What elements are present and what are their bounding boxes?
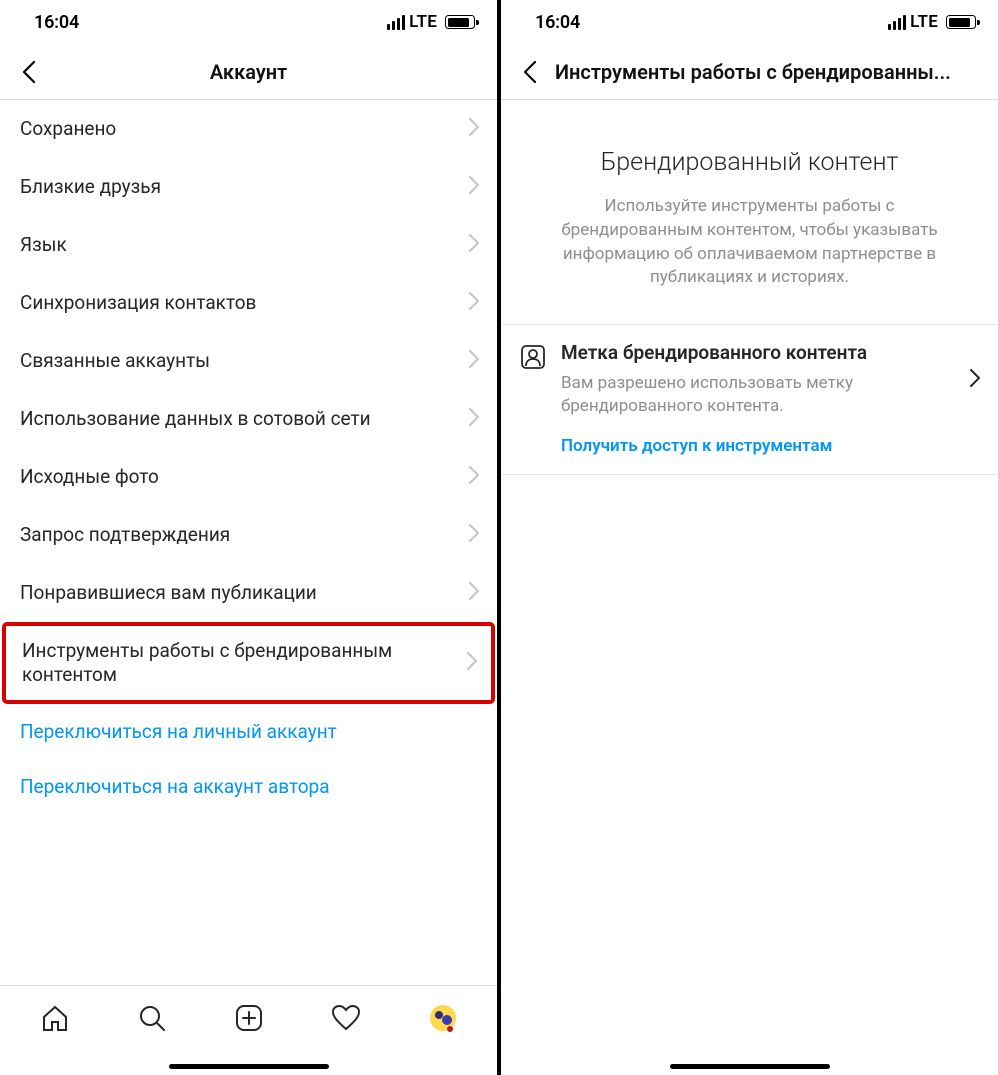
settings-row-label: Язык — [20, 233, 79, 257]
network-label: LTE — [910, 12, 938, 32]
chevron-right-icon — [469, 118, 479, 140]
settings-row-label: Запрос подтверждения — [20, 523, 242, 547]
battery-icon — [445, 15, 475, 29]
settings-row-label: Сохранено — [20, 117, 128, 141]
settings-row[interactable]: Запрос подтверждения — [0, 506, 497, 564]
branded-content-section: Метка брендированного контента Вам разре… — [501, 324, 998, 475]
page-title: Аккаунт — [14, 60, 483, 84]
back-button[interactable] — [515, 57, 545, 87]
settings-row-label: Синхронизация контактов — [20, 291, 268, 315]
settings-row-label: Близкие друзья — [20, 175, 173, 199]
activity-tab[interactable] — [323, 995, 369, 1041]
phone-branded-content-tools: 16:04 LTE Инструменты работы с брендиров… — [501, 0, 998, 1075]
home-indicator — [670, 1064, 830, 1069]
page-title: Инструменты работы с брендированны... — [515, 60, 984, 84]
status-time: 16:04 — [535, 12, 580, 33]
chevron-left-icon — [523, 60, 537, 84]
settings-row[interactable]: Связанные аккаунты — [0, 332, 497, 390]
chevron-right-icon — [469, 582, 479, 604]
settings-row-label: Исходные фото — [20, 465, 171, 489]
cellular-signal-icon — [387, 15, 406, 30]
branded-content-tag-item[interactable]: Метка брендированного контента Вам разре… — [519, 341, 980, 418]
status-bar: 16:04 LTE — [501, 0, 998, 44]
settings-row-label: Использование данных в сотовой сети — [20, 407, 383, 431]
status-time: 16:04 — [34, 12, 79, 33]
back-button[interactable] — [14, 57, 44, 87]
chevron-right-icon — [469, 292, 479, 314]
search-tab[interactable] — [129, 995, 175, 1041]
chevron-right-icon — [469, 524, 479, 546]
profile-tab[interactable] — [420, 995, 466, 1041]
settings-row[interactable]: Сохранено — [0, 100, 497, 158]
chevron-right-icon — [469, 466, 479, 488]
settings-list: Сохранено Близкие друзья Язык Синхронизация… — [0, 100, 497, 1075]
battery-icon — [946, 15, 976, 29]
create-tab[interactable] — [226, 995, 272, 1041]
settings-row[interactable]: Исходные фото — [0, 448, 497, 506]
settings-row[interactable]: Понравившиеся вам публикации — [0, 564, 497, 622]
heart-icon — [331, 1003, 361, 1033]
home-tab[interactable] — [32, 995, 78, 1041]
network-label: LTE — [409, 12, 437, 32]
bottom-tab-bar — [0, 985, 497, 1057]
chevron-right-icon — [467, 652, 477, 674]
chevron-right-icon — [970, 369, 980, 391]
search-icon — [137, 1003, 167, 1033]
chevron-right-icon — [469, 350, 479, 372]
cellular-signal-icon — [888, 15, 907, 30]
settings-row-label: Понравившиеся вам публикации — [20, 581, 329, 605]
settings-row[interactable]: Инструменты работы с брендированным конт… — [2, 622, 495, 704]
nav-header: Инструменты работы с брендированны... — [501, 44, 998, 100]
chevron-left-icon — [22, 60, 36, 84]
status-right: LTE — [888, 12, 976, 32]
hero-title: Брендированный контент — [543, 148, 956, 177]
home-indicator — [169, 1064, 329, 1069]
settings-row[interactable]: Синхронизация контактов — [0, 274, 497, 332]
profile-avatar-icon — [428, 1003, 458, 1033]
home-icon — [40, 1003, 70, 1033]
item-description: Вам разрешено использовать метку брендир… — [561, 372, 956, 418]
chevron-right-icon — [469, 408, 479, 430]
settings-row-label: Инструменты работы с брендированным конт… — [22, 639, 467, 687]
item-title: Метка брендированного контента — [561, 341, 956, 364]
branded-tag-icon — [519, 343, 547, 375]
phone-account-settings: 16:04 LTE Аккаунт Сохранено Близкие друзь… — [0, 0, 497, 1075]
settings-row[interactable]: Использование данных в сотовой сети — [0, 390, 497, 448]
switch-to-creator-account-link[interactable]: Переключиться на аккаунт автора — [0, 759, 497, 814]
branded-content-body: Брендированный контент Используйте инстр… — [501, 100, 998, 1075]
settings-row-label: Связанные аккаунты — [20, 349, 222, 373]
chevron-right-icon — [469, 234, 479, 256]
settings-row[interactable]: Близкие друзья — [0, 158, 497, 216]
plus-square-icon — [234, 1003, 264, 1033]
settings-row[interactable]: Язык — [0, 216, 497, 274]
chevron-right-icon — [469, 176, 479, 198]
branded-content-hero: Брендированный контент Используйте инстр… — [501, 100, 998, 324]
status-bar: 16:04 LTE — [0, 0, 497, 44]
get-access-link[interactable]: Получить доступ к инструментам — [561, 436, 980, 456]
switch-to-personal-account-link[interactable]: Переключиться на личный аккаунт — [0, 704, 497, 759]
status-right: LTE — [387, 12, 475, 32]
hero-description: Используйте инструменты работы с брендир… — [543, 195, 956, 290]
nav-header: Аккаунт — [0, 44, 497, 100]
